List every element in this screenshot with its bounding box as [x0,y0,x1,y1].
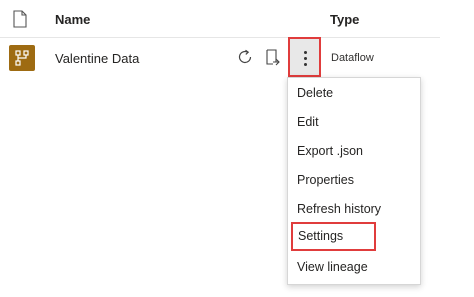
column-header-name[interactable]: Name [55,12,90,27]
context-menu: Delete Edit Export .json Properties Refr… [287,77,421,285]
item-name[interactable]: Valentine Data [55,51,139,66]
refresh-icon[interactable] [236,48,254,66]
document-type-icon [13,10,27,28]
more-options-icon [304,51,307,54]
table-header: Name Type [0,0,440,38]
item-type: Dataflow [331,52,374,64]
dataflow-icon [9,45,35,71]
menu-item-properties[interactable]: Properties [288,166,420,195]
more-options-icon-dot [304,57,307,60]
menu-item-edit[interactable]: Edit [288,108,420,137]
menu-item-settings[interactable]: Settings [291,222,376,251]
column-header-type[interactable]: Type [330,12,359,27]
more-options-button[interactable] [288,37,321,77]
more-options-icon-dot [304,63,307,66]
workspace-content-list: Name Type Valentine Data Dataflow Delete… [0,0,474,297]
dataflow-glyph-icon [15,50,29,66]
menu-item-delete[interactable]: Delete [288,79,420,108]
menu-item-export-json[interactable]: Export .json [288,137,420,166]
menu-item-view-lineage[interactable]: View lineage [288,253,420,282]
schedule-refresh-icon[interactable] [265,48,281,66]
menu-item-refresh-history[interactable]: Refresh history [288,195,420,224]
